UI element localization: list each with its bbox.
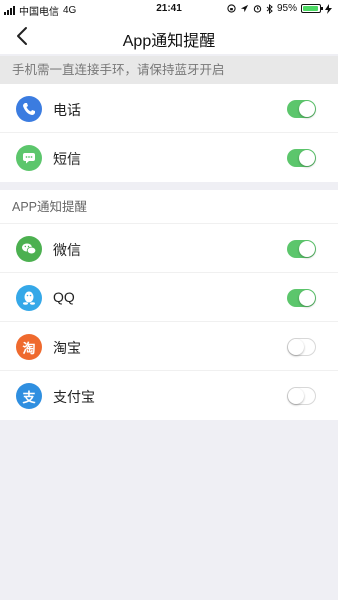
sms-toggle[interactable] [287, 149, 316, 167]
alipay-label: 支付宝 [53, 389, 95, 405]
message-icon [16, 145, 42, 171]
charging-icon [325, 3, 332, 14]
phone-call-toggle[interactable] [287, 100, 316, 118]
bluetooth-icon [266, 3, 273, 14]
taobao-row[interactable]: 淘 淘宝 [0, 322, 338, 371]
sms-row[interactable]: 短信 [0, 133, 338, 182]
battery-icon [301, 4, 323, 13]
status-right: 95% [227, 3, 332, 14]
toggle-knob [299, 150, 315, 166]
phone-notification-group: 电话 短信 [0, 84, 338, 182]
taobao-icon: 淘 [16, 334, 42, 360]
lock-rotation-icon [227, 4, 236, 13]
wechat-toggle[interactable] [287, 240, 316, 258]
toggle-knob [288, 388, 304, 404]
wechat-label: 微信 [53, 242, 81, 258]
bluetooth-notice: 手机需一直连接手环，请保持蓝牙开启 [0, 56, 338, 84]
alipay-icon: 支 [16, 383, 42, 409]
page-title: App通知提醒 [122, 33, 216, 50]
taobao-label: 淘宝 [53, 340, 81, 356]
alarm-icon [253, 5, 262, 13]
toggle-knob [299, 101, 315, 117]
battery-percent: 95% [276, 3, 297, 14]
toggle-knob [299, 241, 315, 257]
nav-bar: App通知提醒 [0, 18, 338, 54]
qq-toggle[interactable] [287, 289, 316, 307]
battery-fill [303, 6, 319, 11]
toggle-knob [299, 290, 315, 306]
back-button[interactable] [12, 25, 34, 47]
qq-icon [16, 285, 42, 311]
section-header: APP通知提醒 [0, 190, 338, 224]
sms-label: 短信 [53, 151, 81, 167]
qq-label: QQ [53, 289, 75, 305]
toggle-knob [288, 339, 304, 355]
status-bar: 中国电信 4G 21:41 95% [0, 0, 338, 18]
location-icon [240, 4, 249, 13]
phone-icon [16, 96, 42, 122]
wechat-row[interactable]: 微信 [0, 224, 338, 273]
app-notification-group: APP通知提醒 微信 QQ 淘 淘宝 支 支付宝 [0, 190, 338, 420]
wechat-icon [16, 236, 42, 262]
alipay-toggle[interactable] [287, 387, 316, 405]
phone-call-row[interactable]: 电话 [0, 84, 338, 133]
phone-call-label: 电话 [53, 102, 81, 118]
qq-row[interactable]: QQ [0, 273, 338, 322]
taobao-toggle[interactable] [287, 338, 316, 356]
alipay-row[interactable]: 支 支付宝 [0, 371, 338, 420]
